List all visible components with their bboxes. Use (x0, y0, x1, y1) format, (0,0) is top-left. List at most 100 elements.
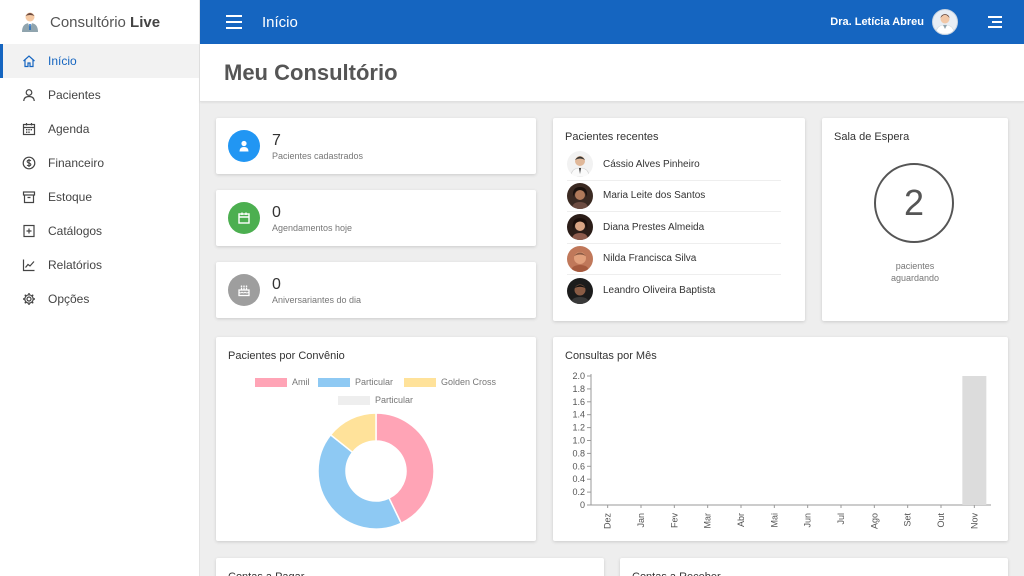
waiting-label: pacientes aguardando (822, 260, 1008, 284)
sidebar-item-pacientes[interactable]: Pacientes (0, 78, 199, 112)
stat-card-pacientes[interactable]: 7 Pacientes cadastrados (216, 118, 536, 174)
y-tick-label: 0.6 (572, 461, 585, 471)
patient-name: Diana Prestes Almeida (603, 221, 705, 233)
x-tick-label: Out (936, 513, 946, 528)
patient-name: Cássio Alves Pinheiro (603, 158, 700, 170)
sidebar-item-inicio[interactable]: Início (0, 44, 199, 78)
dollar-icon (22, 156, 36, 170)
x-tick-label: Nov (969, 513, 979, 530)
y-tick-label: 2.0 (572, 371, 585, 381)
calendar-icon (22, 122, 36, 136)
topbar-title: Início (262, 13, 298, 31)
stat-text: 0 Aniversariantes do dia (272, 276, 361, 305)
waiting-label-line1: pacientes (895, 261, 935, 271)
user-name: Dra. Letícia Abreu (830, 16, 924, 28)
consultas-chart-card: Consultas por Mês 0 0.2 0.4 0.6 0.8 1.0 1.2 1.4… (553, 337, 1008, 541)
x-tick-label: Jan (636, 513, 646, 528)
list-item[interactable]: Nilda Francisca Silva (567, 244, 781, 275)
cake-icon (237, 283, 251, 297)
page-title: Meu Consultório (224, 59, 398, 85)
waiting-label-line2: aguardando (890, 273, 940, 283)
y-tick-label: 1.2 (572, 423, 585, 433)
patient-name: Maria Leite dos Santos (603, 190, 706, 202)
user-menu[interactable]: Dra. Letícia Abreu (830, 9, 1002, 35)
contas-pagar-card: Contas a Pagar (216, 558, 604, 576)
sidebar-item-financeiro[interactable]: Financeiro (0, 146, 199, 180)
stat-circle (228, 130, 260, 162)
sidebar-item-catalogos[interactable]: Catálogos (0, 214, 199, 248)
sidebar: Consultório Live Início Pacientes Agenda… (0, 0, 200, 576)
recent-patients-card: Pacientes recentes Cássio Alves Pinheiro… (553, 118, 805, 321)
list-item[interactable]: Diana Prestes Almeida (567, 212, 781, 244)
list-item[interactable]: Cássio Alves Pinheiro (567, 149, 781, 181)
bar-nov[interactable] (962, 376, 987, 505)
card-title: Contas a Receber (620, 558, 1008, 576)
y-tick-label: 0.2 (572, 487, 585, 497)
recent-patients-list: Cássio Alves Pinheiro Maria Leite dos Sa… (553, 143, 805, 307)
y-tick-label: 1.4 (572, 410, 585, 420)
patient-avatar (567, 214, 593, 241)
sidebar-item-relatorios[interactable]: Relatórios (0, 248, 199, 282)
sidebar-item-label: Agenda (48, 122, 90, 136)
card-title: Sala de Espera (834, 131, 910, 143)
patient-avatar (567, 182, 593, 209)
stat-label: Aniversariantes do dia (272, 294, 362, 305)
sidebar-item-estoque[interactable]: Estoque (0, 180, 199, 214)
page-header: Meu Consultório (200, 44, 1024, 102)
y-tick-label: 1.0 (572, 436, 585, 446)
patient-avatar (567, 245, 593, 272)
doctor-logo-icon (20, 11, 40, 33)
menu-toggle-icon[interactable] (226, 15, 242, 29)
list-item[interactable]: Leandro Oliveira Baptista (567, 275, 781, 307)
stat-label: Pacientes cadastrados (272, 150, 364, 161)
stat-value: 0 (272, 275, 281, 293)
avatar[interactable] (932, 9, 958, 35)
sidebar-item-label: Financeiro (48, 156, 105, 170)
brand[interactable]: Consultório Live (0, 0, 199, 44)
x-tick-label: Jul (836, 513, 846, 525)
user-icon (22, 88, 36, 102)
sidebar-item-label: Catálogos (48, 224, 103, 238)
stat-value: 0 (272, 203, 281, 221)
sidebar-item-label: Opções (48, 292, 90, 306)
user-icon (237, 139, 251, 153)
sidebar-item-label: Pacientes (48, 88, 101, 102)
x-tick-label: Abr (736, 513, 746, 527)
patient-name: Leandro Oliveira Baptista (603, 285, 716, 297)
bar-chart: 0 0.2 0.4 0.6 0.8 1.0 1.2 1.4 1.6 1.8 2.0 Dez Jan Fev… (572, 371, 991, 530)
home-icon (22, 54, 36, 68)
patient-avatar (567, 277, 593, 304)
stat-circle (228, 202, 260, 234)
stat-card-agendamentos[interactable]: 0 Agendamentos hoje (216, 190, 536, 246)
x-tick-label: Set (903, 513, 913, 527)
x-tick-label: Dez (603, 513, 613, 530)
calendar-icon (237, 211, 251, 225)
stat-text: 0 Agendamentos hoje (272, 204, 352, 233)
sidebar-item-label: Relatórios (48, 258, 103, 272)
sidebar-item-agenda[interactable]: Agenda (0, 112, 199, 146)
chart-line-icon (22, 258, 36, 272)
sidebar-item-label: Início (48, 54, 77, 68)
sidebar-nav: Início Pacientes Agenda Financeiro Estoq… (0, 44, 199, 316)
stat-circle (228, 274, 260, 306)
card-title: Pacientes recentes (565, 131, 659, 143)
list-item[interactable]: Maria Leite dos Santos (567, 181, 781, 212)
x-tick-label: Jun (803, 513, 813, 528)
y-tick-label: 0.4 (572, 474, 585, 484)
stat-label: Agendamentos hoje (272, 222, 353, 233)
plus-square-icon (22, 224, 36, 238)
archive-icon (22, 190, 36, 204)
stat-card-aniversariantes[interactable]: 0 Aniversariantes do dia (216, 262, 536, 318)
sidebar-item-opcoes[interactable]: Opções (0, 282, 199, 316)
right-menu-icon[interactable] (988, 16, 1002, 28)
x-tick-label: Mar (703, 513, 713, 529)
pie-slice-1[interactable] (317, 433, 403, 530)
patient-name: Nilda Francisca Silva (603, 253, 697, 265)
patient-avatar (567, 151, 593, 178)
waiting-room-card[interactable]: Sala de Espera 2 pacientes aguardando (822, 118, 1008, 321)
stat-value: 7 (272, 131, 281, 149)
x-tick-label: Ago (869, 513, 879, 529)
stat-text: 7 Pacientes cadastrados (272, 132, 363, 161)
y-tick-label: 1.8 (572, 384, 585, 394)
x-tick-label: Mai (769, 513, 779, 528)
